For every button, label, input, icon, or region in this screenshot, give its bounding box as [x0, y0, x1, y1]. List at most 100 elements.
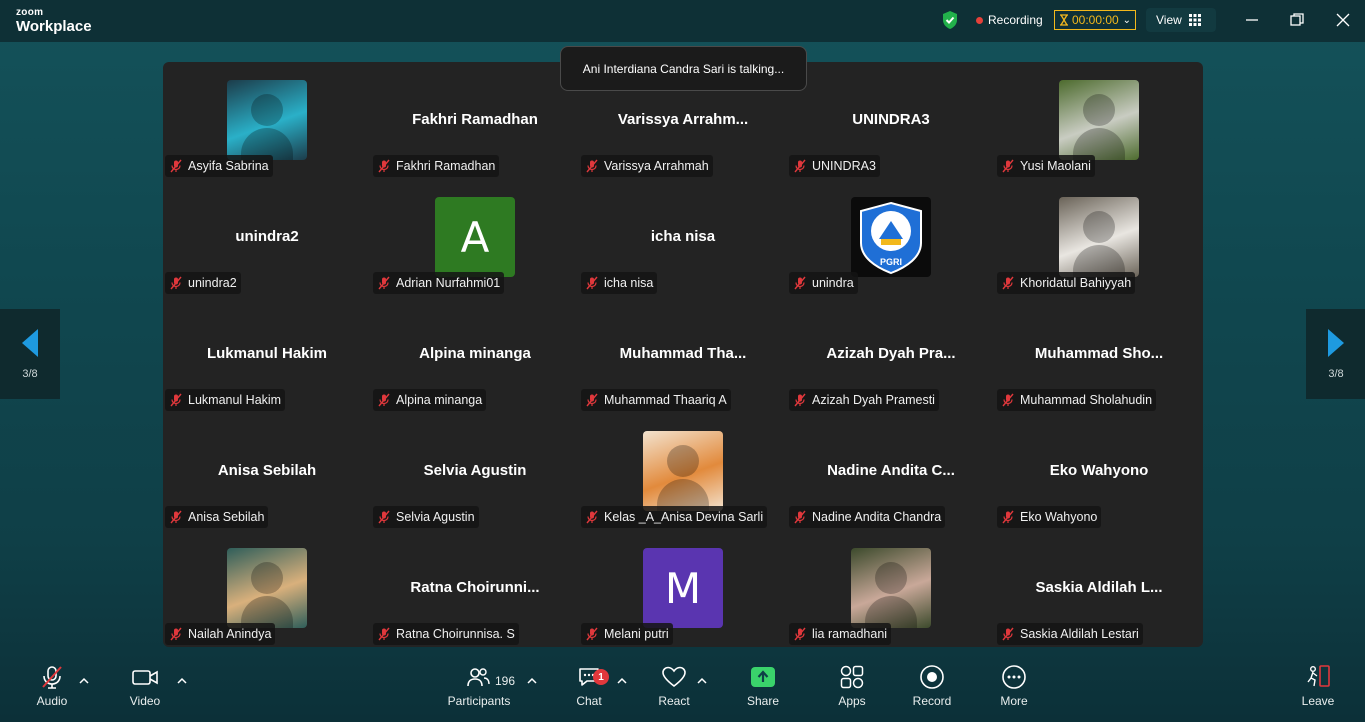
leave-button[interactable]: Leave	[1300, 660, 1336, 716]
microphone-muted-icon	[1002, 276, 1014, 290]
participant-display-name: icha nisa	[650, 228, 716, 245]
participant-tile[interactable]: Fakhri Ramadhan Fakhri Ramadhan	[371, 62, 579, 179]
active-speaker-text: Ani Interdiana Candra Sari is talking...	[582, 61, 785, 76]
participant-tile[interactable]: Kelas _A_Anisa Devina Sarli	[579, 413, 787, 530]
audio-options-chevron-icon[interactable]	[78, 676, 90, 686]
minimize-icon[interactable]	[1243, 11, 1261, 29]
microphone-muted-icon	[586, 393, 598, 407]
participants-options-chevron-icon[interactable]	[526, 676, 538, 686]
avatar-initial: M	[643, 548, 723, 628]
react-button[interactable]: React	[656, 660, 692, 716]
video-camera-icon	[132, 670, 158, 685]
meeting-timer[interactable]: 00:00:00 ⌄	[1054, 10, 1136, 30]
participant-display-name: Nadine Andita C...	[827, 462, 955, 479]
recording-indicator[interactable]: Recording	[972, 8, 1052, 32]
microphone-muted-icon	[1002, 627, 1014, 641]
participant-tile[interactable]: Anisa Sebilah Anisa Sebilah	[163, 413, 371, 530]
participant-tile[interactable]: UNINDRA3 UNINDRA3	[787, 62, 995, 179]
chat-options-chevron-icon[interactable]	[616, 676, 628, 686]
participant-tile[interactable]: Nailah Anindya	[163, 530, 371, 647]
participant-display-name: Lukmanul Hakim	[206, 345, 328, 362]
react-options-chevron-icon[interactable]	[696, 676, 708, 686]
participant-tile[interactable]: Nadine Andita C... Nadine Andita Chandra	[787, 413, 995, 530]
participants-count: 196	[495, 674, 516, 688]
participant-tile[interactable]: Muhammad Sho... Muhammad Sholahudin	[995, 296, 1203, 413]
participant-name-label: Kelas _A_Anisa Devina Sarli	[581, 506, 768, 528]
microphone-muted-icon	[378, 159, 390, 173]
microphone-muted-icon	[586, 276, 598, 290]
participant-name-label: unindra	[789, 272, 858, 294]
participant-tile[interactable]: Saskia Aldilah L... Saskia Aldilah Lestar…	[995, 530, 1203, 647]
participant-name: Adrian Nurfahmi01	[396, 276, 501, 290]
participant-tile[interactable]: Azizah Dyah Pra... Azizah Dyah Pramesti	[787, 296, 995, 413]
avatar-letter: M	[643, 548, 723, 628]
microphone-muted-icon	[170, 627, 182, 641]
person-silhouette-icon	[251, 562, 283, 594]
participant-name-label: Nailah Anindya	[165, 623, 276, 645]
participant-name-label: Yusi Maolani	[997, 155, 1095, 177]
participant-tile[interactable]: PGRI unindra	[787, 179, 995, 296]
participant-name: UNINDRA3	[812, 159, 876, 173]
participants-button[interactable]: Participants	[446, 660, 512, 716]
microphone-muted-icon	[378, 393, 390, 407]
participant-tile[interactable]: Selvia Agustin Selvia Agustin	[371, 413, 579, 530]
audio-button[interactable]: Audio	[32, 660, 72, 716]
recording-dot-icon	[976, 16, 983, 24]
active-speaker-toast: Ani Interdiana Candra Sari is talking...	[560, 46, 807, 91]
participant-name-label: UNINDRA3	[789, 155, 880, 177]
participant-name: Varissya Arrahmah	[604, 159, 709, 173]
audio-label: Audio	[36, 694, 68, 708]
microphone-muted-icon	[586, 159, 598, 173]
record-button[interactable]: Record	[910, 660, 954, 716]
person-silhouette-icon	[251, 94, 283, 126]
participant-name-label: unindra2	[165, 272, 241, 294]
participant-tile[interactable]: unindra2 unindra2	[163, 179, 371, 296]
participant-name-label: Eko Wahyono	[997, 506, 1102, 528]
participant-display-name: Varissya Arrahm...	[617, 111, 749, 128]
previous-page-button[interactable]: 3/8	[0, 309, 60, 399]
react-label: React	[658, 694, 690, 708]
microphone-muted-icon	[1002, 510, 1014, 524]
person-silhouette-icon	[1083, 211, 1115, 243]
participant-display-name: unindra2	[235, 228, 299, 245]
arrow-right-icon	[1328, 329, 1344, 357]
participant-display-name: Muhammad Tha...	[619, 345, 747, 362]
participant-display-name: Muhammad Sho...	[1034, 345, 1164, 362]
participant-tile[interactable]: Lukmanul Hakim Lukmanul Hakim	[163, 296, 371, 413]
more-button[interactable]: More	[996, 660, 1032, 716]
participant-tile[interactable]: lia ramadhani	[787, 530, 995, 647]
meeting-toolbar: Audio Video Participants Chat React Shar…	[0, 660, 1365, 722]
participant-name: Alpina minanga	[396, 393, 483, 407]
participant-display-name: UNINDRA3	[852, 111, 930, 128]
person-silhouette-icon	[1083, 94, 1115, 126]
participant-tile[interactable]: Khoridatul Bahiyyah	[995, 179, 1203, 296]
participant-name: Saskia Aldilah Lestari	[1020, 627, 1139, 641]
recording-label: Recording	[988, 13, 1043, 27]
participant-tile[interactable]: Alpina minanga Alpina minanga	[371, 296, 579, 413]
next-page-button[interactable]: 3/8	[1306, 309, 1365, 399]
participant-tile[interactable]: M Melani putri	[579, 530, 787, 647]
participant-tile[interactable]: Ratna Choirunni... Ratna Choirunnisa. S	[371, 530, 579, 647]
close-icon[interactable]	[1334, 11, 1352, 29]
gallery-grid: Asyifa Sabrina Fakhri Ramadhan Fakhri Rama…	[163, 62, 1203, 647]
share-button[interactable]: Share	[744, 660, 782, 716]
microphone-muted-icon	[586, 627, 598, 641]
participant-name-label: Nadine Andita Chandra	[789, 506, 946, 528]
participant-tile[interactable]: Yusi Maolani	[995, 62, 1203, 179]
video-options-chevron-icon[interactable]	[176, 676, 188, 686]
restore-icon[interactable]	[1288, 11, 1306, 29]
security-shield-icon[interactable]	[940, 10, 960, 30]
participant-name-label: Adrian Nurfahmi01	[373, 272, 505, 294]
microphone-muted-icon	[794, 159, 806, 173]
participant-tile[interactable]: icha nisa icha nisa	[579, 179, 787, 296]
participant-tile[interactable]: Eko Wahyono Eko Wahyono	[995, 413, 1203, 530]
participant-name: Azizah Dyah Pramesti	[812, 393, 935, 407]
apps-button[interactable]: Apps	[834, 660, 870, 716]
participant-tile[interactable]: A Adrian Nurfahmi01	[371, 179, 579, 296]
view-button[interactable]: View	[1146, 8, 1216, 32]
video-label: Video	[129, 694, 161, 708]
participant-tile[interactable]: Muhammad Tha... Muhammad Thaariq A	[579, 296, 787, 413]
participant-name-label: Azizah Dyah Pramesti	[789, 389, 939, 411]
participant-tile[interactable]: Asyifa Sabrina	[163, 62, 371, 179]
video-button[interactable]: Video	[124, 660, 166, 716]
